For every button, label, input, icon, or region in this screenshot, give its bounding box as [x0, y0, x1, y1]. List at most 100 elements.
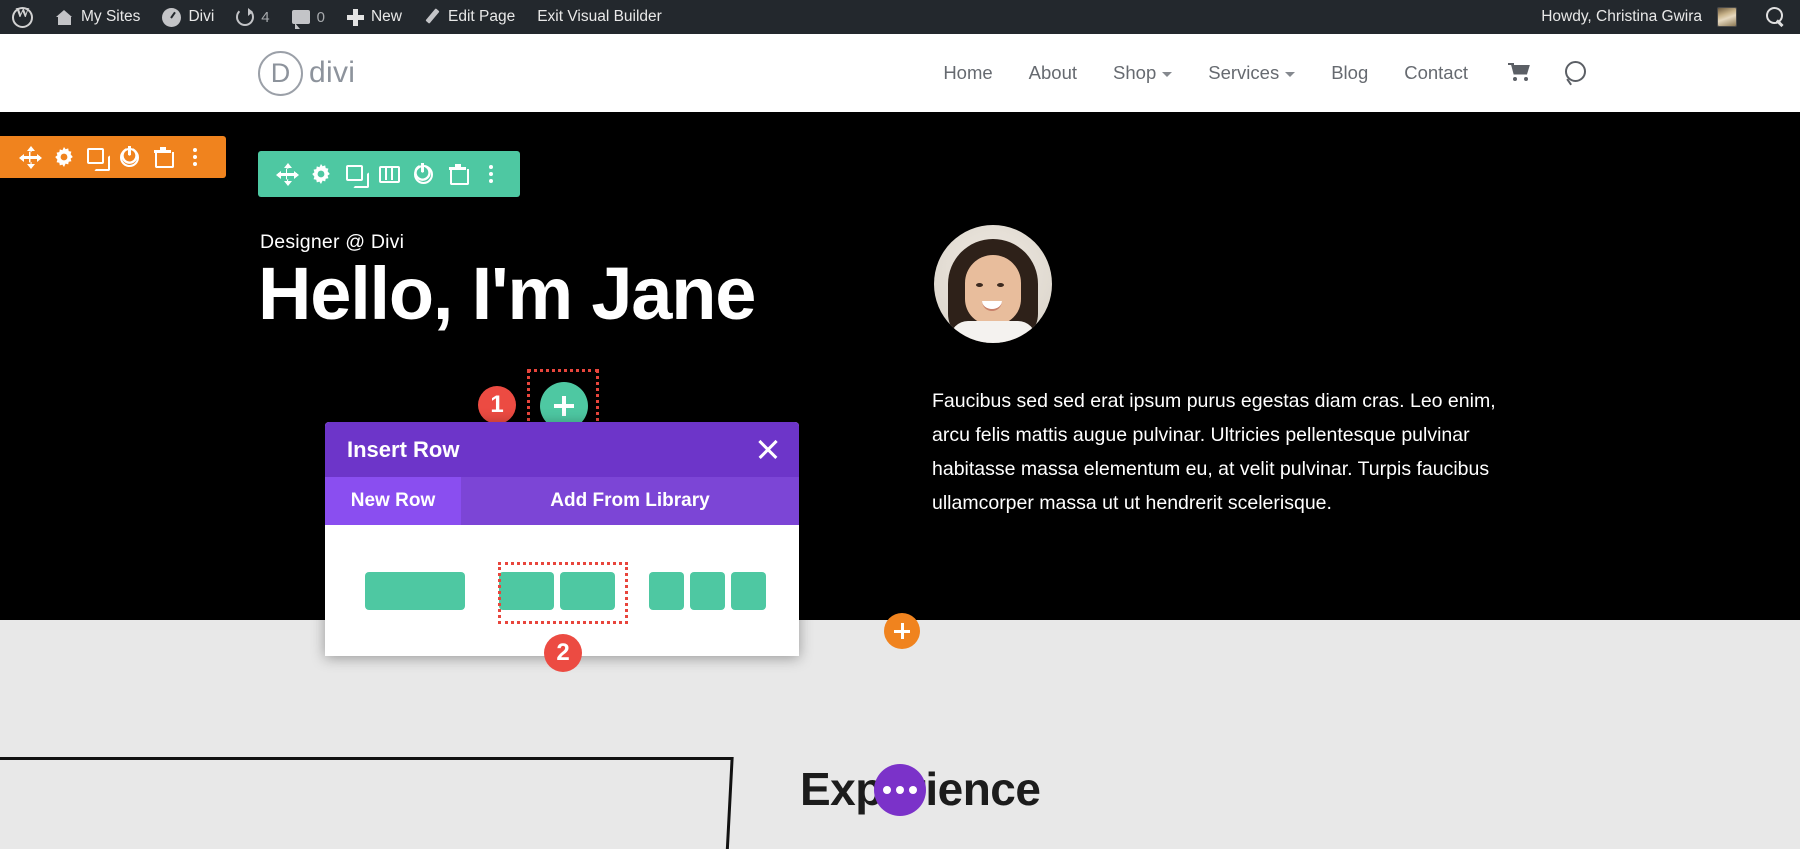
exit-visual-builder-label: Exit Visual Builder: [537, 8, 662, 25]
admin-bar-new[interactable]: New: [336, 0, 413, 34]
section-settings-button[interactable]: [47, 136, 80, 178]
modal-header: Insert Row: [325, 422, 799, 477]
admin-bar-right: Howdy, Christina Gwira: [1529, 0, 1800, 34]
admin-bar-my-sites[interactable]: My Sites: [44, 0, 151, 34]
nav-item-services[interactable]: Services: [1190, 62, 1313, 84]
row-more-button[interactable]: [474, 151, 508, 197]
search-icon[interactable]: [1564, 61, 1588, 85]
modal-title: Insert Row: [347, 436, 460, 462]
admin-bar-edit-page[interactable]: Edit Page: [413, 0, 526, 34]
wordpress-admin-bar: My Sites Divi 4 0 New Edit Page: [0, 0, 1800, 34]
gear-icon: [311, 164, 331, 184]
divi-logo-icon: D: [258, 50, 303, 96]
admin-bar-account[interactable]: Howdy, Christina Gwira: [1529, 0, 1748, 34]
admin-bar-left: My Sites Divi 4 0 New Edit Page: [0, 0, 673, 34]
layout-option-one-column[interactable]: [365, 571, 465, 610]
admin-bar-comments[interactable]: 0: [281, 0, 336, 34]
hero-paragraph: Faucibus sed sed erat ipsum purus egesta…: [932, 390, 1496, 514]
comments-icon: [291, 10, 310, 29]
nav-label: Contact: [1404, 62, 1468, 83]
section-toggle-button[interactable]: [113, 136, 146, 178]
plus-icon: [346, 8, 364, 26]
layout-option-two-column[interactable]: [499, 571, 615, 610]
plus-icon: [554, 396, 574, 416]
trash-icon: [448, 164, 469, 185]
duplicate-icon: [87, 147, 110, 171]
column-block: [690, 571, 725, 610]
outlined-card: [0, 757, 734, 849]
insert-row-modal: Insert Row New Row Add From Library: [325, 422, 799, 656]
visual-builder-page: My Sites Divi 4 0 New Edit Page: [0, 0, 1800, 849]
layout-option-three-column[interactable]: [649, 571, 766, 610]
annotation-step-2: 2: [544, 634, 582, 672]
admin-bar-wordpress-logo[interactable]: [0, 0, 44, 34]
updates-icon: [236, 8, 255, 26]
site-logo[interactable]: D divi: [258, 50, 355, 96]
shopping-cart-icon[interactable]: [1508, 62, 1534, 84]
tab-add-from-library[interactable]: Add From Library: [461, 477, 799, 525]
trash-icon: [154, 147, 174, 168]
row-duplicate-button[interactable]: [338, 151, 372, 197]
nav-label: Shop: [1113, 62, 1157, 83]
nav-item-shop[interactable]: Shop: [1095, 62, 1190, 84]
pencil-icon: [424, 9, 441, 26]
nav-item-home[interactable]: Home: [925, 62, 1010, 84]
nav-item-blog[interactable]: Blog: [1313, 62, 1386, 84]
avatar-body: [950, 321, 1036, 343]
row-columns-button[interactable]: [372, 151, 406, 197]
section-delete-button[interactable]: [146, 136, 179, 178]
tab-label: Add From Library: [550, 490, 710, 511]
chevron-down-icon: [1285, 72, 1296, 77]
avatar-eye-right: [997, 283, 1004, 287]
power-icon: [413, 162, 433, 184]
row-delete-button[interactable]: [440, 151, 474, 197]
column-block: [365, 571, 465, 610]
annotation-step-1: 1: [478, 386, 516, 424]
nav-item-about[interactable]: About: [1011, 62, 1095, 84]
gear-icon: [54, 147, 74, 167]
section-more-button[interactable]: [179, 136, 212, 178]
admin-bar-divi[interactable]: Divi: [151, 0, 225, 34]
howdy-label: Howdy, Christina Gwira: [1541, 8, 1702, 25]
move-icon: [19, 145, 42, 169]
section-toolbar: [0, 136, 226, 178]
column-block: [560, 571, 615, 610]
row-toggle-button[interactable]: [406, 151, 440, 197]
nav-item-contact[interactable]: Contact: [1386, 62, 1486, 84]
tab-new-row[interactable]: New Row: [325, 477, 461, 525]
edit-page-label: Edit Page: [447, 8, 516, 25]
section-duplicate-button[interactable]: [80, 136, 113, 178]
row-settings-button[interactable]: [304, 151, 338, 197]
site-header: D divi Home About Shop Services Blog Con…: [0, 34, 1800, 112]
my-sites-label: My Sites: [81, 8, 141, 25]
comments-count: 0: [316, 8, 325, 26]
duplicate-icon: [345, 164, 369, 188]
modal-tabs: New Row Add From Library: [325, 477, 799, 525]
nav-label: Home: [943, 62, 993, 83]
tab-label: New Row: [350, 490, 436, 511]
column-block: [499, 571, 554, 610]
new-label: New: [370, 8, 402, 25]
search-icon[interactable]: [1766, 7, 1786, 27]
row-move-button[interactable]: [270, 151, 304, 197]
nav-label: About: [1028, 62, 1078, 83]
more-options-icon: [488, 164, 494, 184]
columns-icon: [378, 165, 400, 183]
more-options-icon: [193, 147, 198, 167]
power-icon: [120, 145, 139, 167]
section-move-button[interactable]: [14, 136, 47, 178]
nav-label: Blog: [1331, 62, 1369, 83]
avatar-face: [965, 255, 1021, 325]
nav-label: Services: [1208, 62, 1280, 83]
admin-bar-updates[interactable]: 4: [225, 0, 280, 34]
plus-icon: [894, 623, 910, 639]
cart-wheels: [1513, 76, 1529, 83]
add-section-button[interactable]: [884, 613, 920, 649]
close-icon[interactable]: [755, 436, 781, 462]
row-toolbar: [258, 151, 520, 197]
primary-nav: Home About Shop Services Blog Contact: [925, 61, 1588, 85]
admin-bar-exit-visual-builder[interactable]: Exit Visual Builder: [526, 0, 673, 34]
column-block: [731, 571, 766, 610]
logo-letter: D: [270, 57, 291, 88]
move-icon: [275, 162, 299, 186]
